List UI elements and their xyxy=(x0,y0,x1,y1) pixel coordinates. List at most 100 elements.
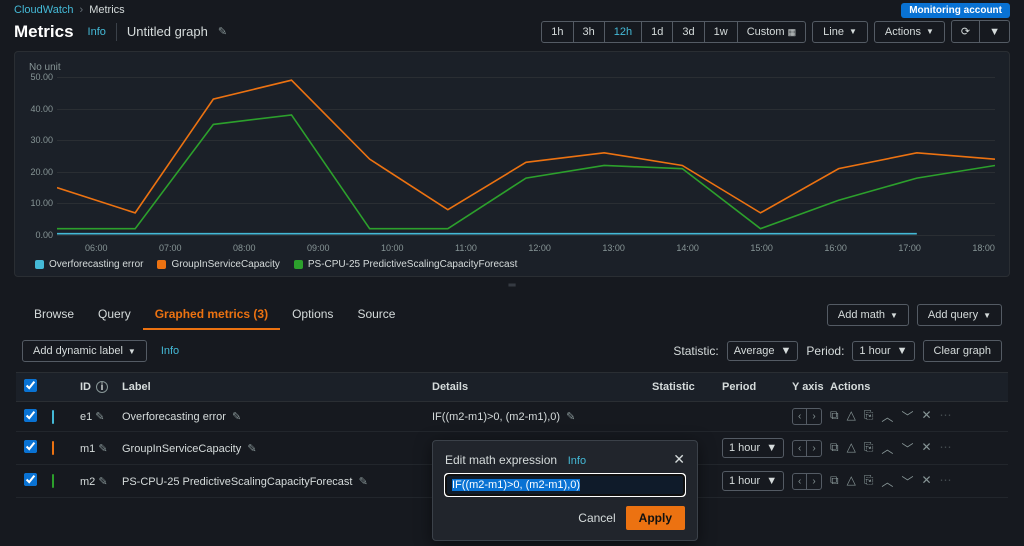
info-icon[interactable]: i xyxy=(96,381,108,393)
time-range-12h[interactable]: 12h xyxy=(605,22,642,42)
col-statistic: Statistic xyxy=(652,381,722,393)
close-icon[interactable]: ✕ xyxy=(673,451,685,468)
remove-icon[interactable]: ✕ xyxy=(921,440,931,457)
refresh-control[interactable]: ⟳ ▼ xyxy=(951,20,1010,43)
move-up-icon[interactable]: ︿ xyxy=(881,473,893,490)
remove-icon[interactable]: ✕ xyxy=(921,473,931,490)
edit-icon[interactable]: ✎ xyxy=(232,411,241,423)
legend-item[interactable]: Overforecasting error xyxy=(35,259,143,270)
page-title: Metrics xyxy=(14,22,74,42)
actions-menu[interactable]: Actions▼ xyxy=(874,21,945,43)
chart-area[interactable]: 0.0010.0020.0030.0040.0050.00 06:0007:00… xyxy=(29,77,995,253)
tab-graphed-metrics-[interactable]: Graphed metrics (3) xyxy=(143,300,280,330)
duplicate-icon[interactable]: ⧉ xyxy=(830,440,839,457)
more-icon[interactable]: ⋯ xyxy=(940,473,952,490)
row-period-select[interactable]: 1 hour▼ xyxy=(722,438,784,458)
statistic-select[interactable]: Average▼ xyxy=(727,341,799,361)
refresh-button[interactable]: ⟳ xyxy=(952,21,980,42)
time-range-Custom[interactable]: Custom ▦ xyxy=(738,22,805,42)
move-up-icon[interactable]: ︿ xyxy=(881,408,893,425)
table-row: e1 ✎Overforecasting error ✎IF((m2-m1)>0,… xyxy=(16,402,1008,432)
row-actions: ⧉ △ ⎘ ︿ ﹀ ✕ ⋯ xyxy=(830,408,1000,425)
copy-icon[interactable]: ⎘ xyxy=(864,473,874,490)
row-checkbox[interactable] xyxy=(24,473,37,486)
yaxis-toggle[interactable]: ‹› xyxy=(792,440,822,457)
time-range-1h[interactable]: 1h xyxy=(542,22,573,42)
legend-item[interactable]: PS-CPU-25 PredictiveScalingCapacityForec… xyxy=(294,259,518,270)
row-id: m1 ✎ xyxy=(80,442,122,455)
row-actions: ⧉ △ ⎘ ︿ ﹀ ✕ ⋯ xyxy=(830,440,1000,457)
info-link[interactable]: Info xyxy=(568,455,586,467)
edit-icon[interactable]: ✎ xyxy=(98,443,107,455)
color-chip[interactable] xyxy=(52,441,54,455)
resize-handle[interactable]: ═ xyxy=(0,277,1024,294)
tab-browse[interactable]: Browse xyxy=(22,300,86,330)
refresh-options[interactable]: ▼ xyxy=(980,21,1009,42)
period-select[interactable]: 1 hour▼ xyxy=(852,341,914,361)
alarm-icon[interactable]: △ xyxy=(847,440,856,457)
breadcrumb-current: Metrics xyxy=(89,4,124,16)
move-up-icon[interactable]: ︿ xyxy=(881,440,893,457)
yaxis-toggle[interactable]: ‹› xyxy=(792,408,822,425)
edit-icon[interactable]: ✎ xyxy=(218,25,227,38)
edit-icon[interactable]: ✎ xyxy=(95,411,104,423)
viz-type-select[interactable]: Line▼ xyxy=(812,21,868,43)
more-icon[interactable]: ⋯ xyxy=(940,440,952,457)
row-label: GroupInServiceCapacity ✎ xyxy=(122,442,432,455)
more-icon[interactable]: ⋯ xyxy=(940,408,952,425)
move-down-icon[interactable]: ﹀ xyxy=(901,408,913,425)
row-checkbox[interactable] xyxy=(24,409,37,422)
divider xyxy=(116,23,117,41)
tab-options[interactable]: Options xyxy=(280,300,345,330)
alarm-icon[interactable]: △ xyxy=(847,408,856,425)
row-checkbox[interactable] xyxy=(24,440,37,453)
cancel-button[interactable]: Cancel xyxy=(578,511,615,525)
row-period-select[interactable]: 1 hour▼ xyxy=(722,471,784,491)
breadcrumb: CloudWatch › Metrics Monitoring account xyxy=(0,0,1024,16)
copy-icon[interactable]: ⎘ xyxy=(864,408,874,425)
edit-icon[interactable]: ✎ xyxy=(247,443,256,455)
duplicate-icon[interactable]: ⧉ xyxy=(830,408,839,425)
legend-item[interactable]: GroupInServiceCapacity xyxy=(157,259,279,270)
edit-icon[interactable]: ✎ xyxy=(98,476,107,488)
breadcrumb-root[interactable]: CloudWatch xyxy=(14,4,74,16)
info-link[interactable]: Info xyxy=(161,345,179,357)
time-range-segmented[interactable]: 1h3h12h1d3d1wCustom ▦ xyxy=(541,21,806,43)
add-dynamic-label-button[interactable]: Add dynamic label▼ xyxy=(22,340,147,362)
time-range-3h[interactable]: 3h xyxy=(574,22,605,42)
add-math-button[interactable]: Add math▼ xyxy=(827,304,909,326)
graph-name: Untitled graph xyxy=(127,24,208,39)
col-details: Details xyxy=(432,381,652,393)
chevron-right-icon: › xyxy=(80,4,84,16)
copy-icon[interactable]: ⎘ xyxy=(864,440,874,457)
color-chip[interactable] xyxy=(52,474,54,488)
caret-down-icon: ▼ xyxy=(926,27,934,36)
edit-math-popup: Edit math expression Info ✕ Cancel Apply xyxy=(432,440,698,541)
time-range-3d[interactable]: 3d xyxy=(673,22,704,42)
remove-icon[interactable]: ✕ xyxy=(921,408,931,425)
color-chip[interactable] xyxy=(52,410,54,424)
move-down-icon[interactable]: ﹀ xyxy=(901,473,913,490)
clear-graph-button[interactable]: Clear graph xyxy=(923,340,1002,362)
row-id: e1 ✎ xyxy=(80,410,122,423)
time-range-1w[interactable]: 1w xyxy=(705,22,738,42)
yaxis-toggle[interactable]: ‹› xyxy=(792,473,822,490)
col-label: Label xyxy=(122,381,432,393)
math-expression-input[interactable] xyxy=(445,474,685,496)
col-yaxis: Y axis xyxy=(792,381,830,393)
add-query-button[interactable]: Add query▼ xyxy=(917,304,1002,326)
edit-icon[interactable]: ✎ xyxy=(566,411,575,423)
move-down-icon[interactable]: ﹀ xyxy=(901,440,913,457)
select-all-checkbox[interactable] xyxy=(24,379,37,392)
col-period: Period xyxy=(722,381,792,393)
alarm-icon[interactable]: △ xyxy=(847,473,856,490)
row-id: m2 ✎ xyxy=(80,475,122,488)
tab-source[interactable]: Source xyxy=(345,300,407,330)
tab-query[interactable]: Query xyxy=(86,300,143,330)
monitoring-account-badge[interactable]: Monitoring account xyxy=(901,3,1010,18)
apply-button[interactable]: Apply xyxy=(626,506,685,530)
duplicate-icon[interactable]: ⧉ xyxy=(830,473,839,490)
info-link[interactable]: Info xyxy=(88,26,106,38)
time-range-1d[interactable]: 1d xyxy=(642,22,673,42)
edit-icon[interactable]: ✎ xyxy=(359,476,368,488)
